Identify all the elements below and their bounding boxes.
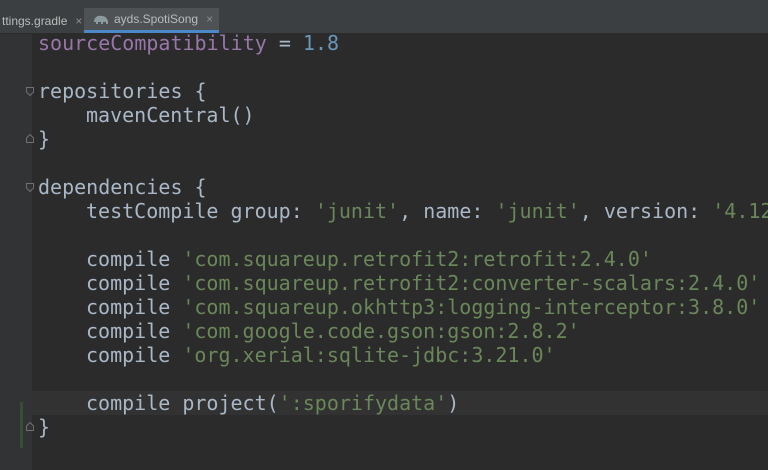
string-literal: 'org.xerial:sqlite-jdbc:3.21.0' bbox=[182, 343, 556, 367]
operator: = bbox=[266, 31, 303, 55]
fold-close-icon[interactable] bbox=[26, 422, 34, 431]
code-line: compile 'com.squareup.retrofit2:converte… bbox=[38, 271, 768, 295]
code-line: compile 'com.squareup.retrofit2:retrofit… bbox=[38, 247, 768, 271]
code-line: repositories { bbox=[38, 79, 207, 103]
tab-spotisong-gradle[interactable]: ayds.SpotiSong × bbox=[84, 8, 220, 33]
code-line: mavenCentral() bbox=[38, 103, 768, 127]
tab-label: ayds.SpotiSong bbox=[114, 12, 199, 26]
property-name: sourceCompatibility bbox=[38, 31, 267, 55]
named-arg: name bbox=[423, 199, 472, 223]
command: compile bbox=[86, 343, 183, 367]
fold-open-icon[interactable] bbox=[26, 87, 34, 96]
editor-tab-bar: ttings.gradle × ayds.SpotiSong × bbox=[0, 0, 768, 34]
punct: , bbox=[579, 199, 604, 223]
command: compile bbox=[86, 295, 183, 319]
code-line: compile 'com.google.code.gson:gson:2.8.2… bbox=[38, 319, 768, 343]
fold-close-icon[interactable] bbox=[26, 134, 34, 143]
editor-gutter bbox=[0, 34, 32, 470]
string-literal: 'com.squareup.okhttp3:logging-intercepto… bbox=[182, 295, 761, 319]
punct: , bbox=[399, 199, 424, 223]
code-line: testCompile group: 'junit', name: 'junit… bbox=[38, 199, 768, 223]
code-line: sourceCompatibility = 1.8 bbox=[38, 31, 768, 55]
code-editor[interactable]: sourceCompatibility = 1.8 repositories {… bbox=[32, 31, 768, 439]
punct: : bbox=[290, 199, 315, 223]
code-line: dependencies { bbox=[38, 175, 207, 199]
close-icon[interactable]: × bbox=[75, 14, 82, 28]
string-literal: 'com.google.code.gson:gson:2.8.2' bbox=[182, 319, 580, 343]
command: compile bbox=[86, 391, 183, 415]
vcs-change-marker[interactable] bbox=[20, 402, 23, 448]
named-arg: version bbox=[603, 199, 689, 223]
punct: : bbox=[688, 199, 713, 223]
string-literal: 'com.squareup.retrofit2:retrofit:2.4.0' bbox=[182, 247, 652, 271]
tab-label: ttings.gradle bbox=[2, 13, 68, 28]
string-literal: ':sporifydata' bbox=[278, 391, 448, 415]
command: compile bbox=[86, 319, 183, 343]
function-call: project( bbox=[182, 391, 279, 415]
named-arg: group bbox=[230, 199, 291, 223]
command: compile bbox=[86, 247, 183, 271]
string-literal: 'junit' bbox=[495, 199, 580, 223]
code-line: } bbox=[38, 127, 51, 151]
code-line: compile 'org.xerial:sqlite-jdbc:3.21.0' bbox=[38, 343, 768, 367]
code-text: mavenCentral() bbox=[86, 103, 255, 127]
code-line-current: compile project(':sporifydata') bbox=[32, 391, 768, 415]
punct: : bbox=[471, 199, 496, 223]
command: compile bbox=[86, 271, 183, 295]
tab-settings-gradle[interactable]: ttings.gradle × bbox=[0, 8, 88, 33]
string-literal: '4.12 bbox=[712, 199, 768, 223]
gradle-elephant-icon bbox=[94, 15, 108, 24]
string-literal: 'com.squareup.retrofit2:converter-scalar… bbox=[182, 271, 761, 295]
punct: ) bbox=[447, 391, 460, 415]
number-literal: 1.8 bbox=[302, 31, 340, 55]
code-line: compile 'com.squareup.okhttp3:logging-in… bbox=[38, 295, 768, 319]
code-line: } bbox=[38, 415, 51, 439]
close-icon[interactable]: × bbox=[206, 12, 213, 26]
fold-open-icon[interactable] bbox=[26, 183, 34, 192]
command: testCompile bbox=[86, 199, 231, 223]
string-literal: 'junit' bbox=[314, 199, 400, 223]
